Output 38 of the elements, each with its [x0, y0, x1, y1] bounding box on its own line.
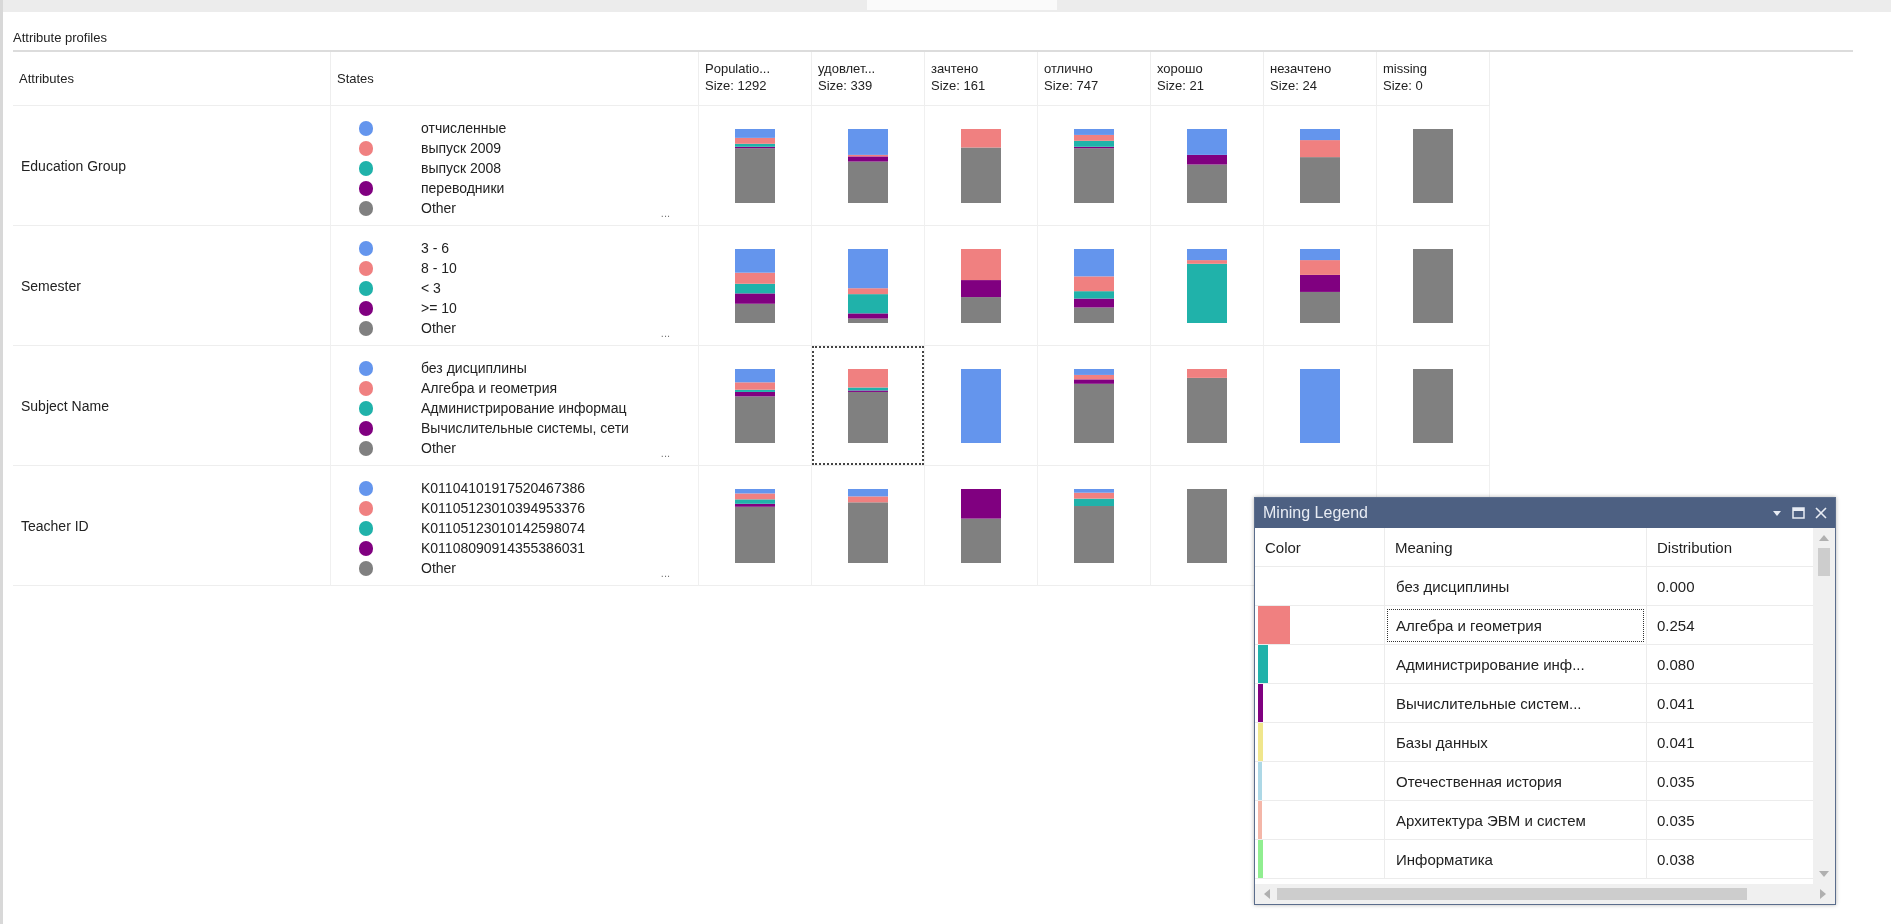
state-label: Вычислительные системы, сети — [421, 420, 629, 436]
state-label: 8 - 10 — [421, 260, 457, 276]
state-label: K01105123010394953376 — [421, 500, 586, 516]
more-indicator: ... — [660, 447, 670, 459]
state-label: Other — [421, 560, 456, 576]
legend-distribution: 0.041 — [1657, 733, 1695, 751]
state-label: < 3 — [421, 280, 441, 296]
legend-distribution: 0.080 — [1657, 655, 1695, 673]
attribute-name: Subject Name — [21, 397, 109, 414]
legend-distribution: 0.038 — [1657, 850, 1695, 868]
window-title: Mining Legend — [1263, 504, 1368, 522]
state-label: K01105123010142598074 — [421, 520, 586, 536]
more-indicator: ... — [660, 207, 670, 219]
state-label: K01108090914355386031 — [421, 540, 586, 556]
attribute-name: Teacher ID — [21, 517, 89, 534]
legend-distribution: 0.000 — [1657, 577, 1695, 595]
state-label: Other — [421, 200, 456, 216]
legend-distribution: 0.041 — [1657, 694, 1695, 712]
attribute-name: Education Group — [21, 157, 127, 174]
state-label: выпуск 2009 — [421, 140, 502, 156]
legend-distribution: 0.035 — [1657, 811, 1695, 829]
state-label: Other — [421, 320, 456, 336]
state-label: без дисциплины — [421, 360, 527, 376]
state-label: Администрирование информац — [421, 400, 627, 416]
more-indicator: ... — [660, 327, 670, 339]
state-label: Алгебра и геометрия — [421, 380, 558, 396]
state-label: >= 10 — [421, 300, 457, 316]
state-label: переводники — [421, 180, 505, 196]
state-label: Other — [421, 440, 456, 456]
state-label: отчисленные — [421, 120, 507, 136]
panel-title: Attribute profiles — [13, 30, 107, 45]
attribute-name: Semester — [21, 277, 81, 294]
legend-distribution: 0.035 — [1657, 772, 1695, 790]
state-label: 3 - 6 — [421, 240, 449, 256]
state-label: выпуск 2008 — [421, 160, 502, 176]
state-label: K01104101917520467386 — [421, 480, 586, 496]
legend-distribution: 0.254 — [1657, 616, 1695, 634]
more-indicator: ... — [660, 567, 670, 579]
